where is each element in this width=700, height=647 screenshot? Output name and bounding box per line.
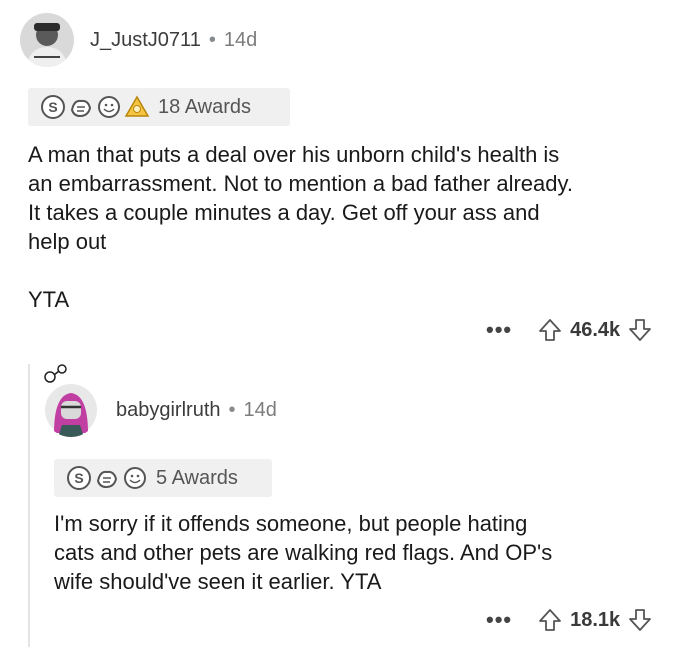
- wholesome-award-icon: [70, 99, 92, 118]
- user-avatar[interactable]: [20, 13, 74, 67]
- comment-line: I'm sorry if it offends someone, but peo…: [54, 511, 528, 536]
- downvote-arrow-icon[interactable]: [628, 318, 652, 342]
- downvote-arrow-icon[interactable]: [628, 608, 652, 632]
- comment-author[interactable]: J_JustJ0711: [90, 29, 201, 52]
- reply-body: I'm sorry if it offends someone, but peo…: [54, 509, 694, 596]
- silver-award-icon: S: [67, 466, 91, 490]
- comment-line: It takes a couple minutes a day. Get off…: [28, 200, 540, 225]
- snoo-ear-icon: [44, 364, 67, 383]
- awards-bar[interactable]: S 18 Awards: [28, 88, 290, 126]
- helpful-award-icon: [98, 96, 120, 118]
- comment-line: cats and other pets are walking red flag…: [54, 540, 553, 565]
- wholesome-award-icon: [96, 470, 118, 489]
- comment-line: A man that puts a deal over his unborn c…: [28, 142, 560, 167]
- meta-separator: •: [228, 399, 236, 421]
- comment-age: 14d: [223, 29, 258, 51]
- comment-line: help out: [28, 229, 107, 254]
- reply-age: 14d: [243, 399, 277, 421]
- upvote-arrow-icon[interactable]: [538, 318, 562, 342]
- reply-avatar[interactable]: [44, 383, 98, 437]
- svg-text:S: S: [48, 99, 57, 115]
- awards-count: 18 Awards: [158, 95, 252, 118]
- comment-verdict: YTA: [28, 287, 70, 312]
- more-options-button[interactable]: •••: [486, 607, 512, 633]
- vote-score: 46.4k: [570, 318, 621, 341]
- svg-text:S: S: [74, 470, 83, 486]
- comment-line: wife should've seen it earlier. YTA: [54, 569, 382, 594]
- vote-score: 18.1k: [570, 608, 621, 631]
- upvote-arrow-icon[interactable]: [538, 608, 562, 632]
- avatar-image: [45, 384, 97, 437]
- comment-line: an embarrassment. Not to mention a bad f…: [28, 171, 573, 196]
- helpful-award-icon: [124, 467, 146, 489]
- silver-award-icon: S: [41, 95, 65, 119]
- awards-count: 5 Awards: [156, 466, 238, 489]
- gold-award-icon: [124, 95, 150, 117]
- meta-separator: •: [208, 29, 216, 51]
- avatar-image: [20, 13, 74, 67]
- more-options-button[interactable]: •••: [486, 317, 512, 343]
- awards-bar[interactable]: S 5 Awards: [54, 459, 272, 497]
- thread-line[interactable]: [28, 364, 30, 647]
- comment-body: A man that puts a deal over his unborn c…: [28, 140, 688, 314]
- reply-author[interactable]: babygirlruth: [116, 399, 221, 422]
